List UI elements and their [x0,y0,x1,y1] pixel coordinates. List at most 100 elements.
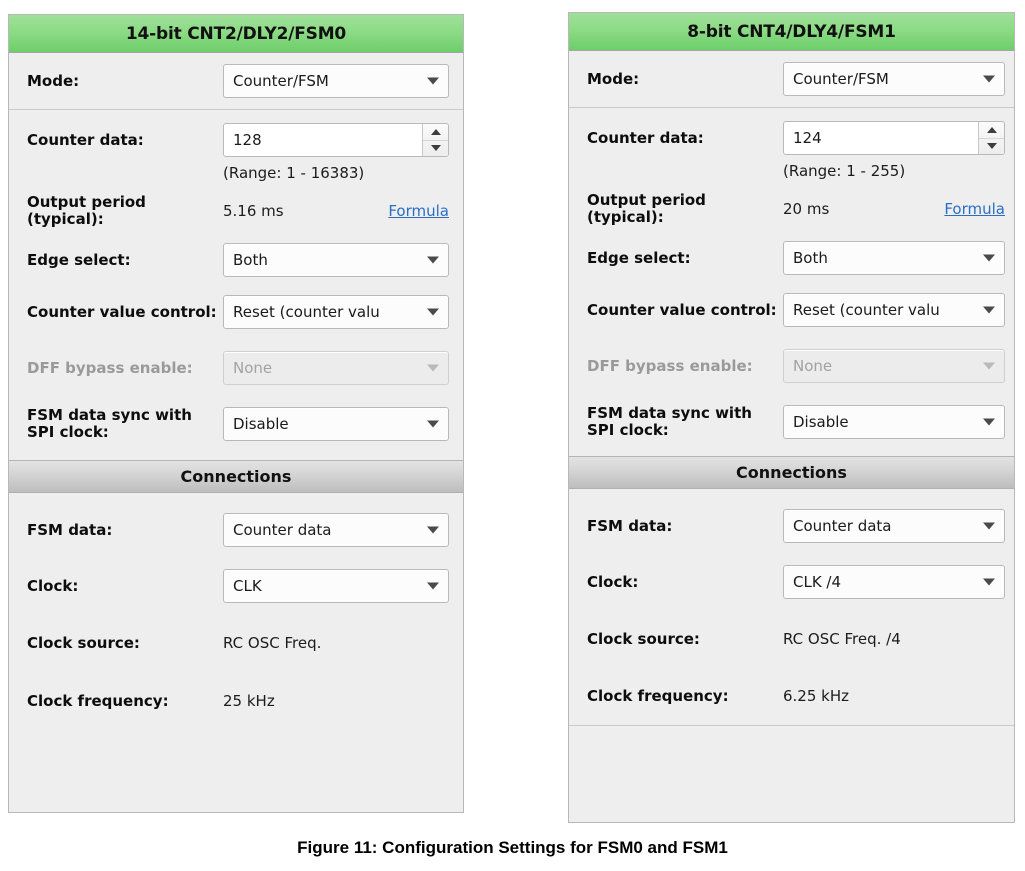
row-counter-value-control-fsm0: Counter value control: Reset (counter va… [9,284,463,340]
fsm0-config-panel: 14-bit CNT2/DLY2/FSM0 Mode: Counter/FSM … [8,14,464,813]
triangle-down-icon [430,145,441,152]
output-period-wrap-fsm1: 20 ms Formula [783,200,1005,218]
label-counter-data-fsm1: Counter data: [587,128,704,147]
divider-bottom-fsm1 [569,725,1014,726]
fsm-data-sync-value-fsm1: Disable [793,413,849,431]
label-edge-select-fsm1: Edge select: [587,248,691,267]
mode-dropdown-value-fsm1: Counter/FSM [793,70,889,88]
row-dff-bypass-fsm0: DFF bypass enable: None [9,340,463,396]
fsm1-config-panel: 8-bit CNT4/DLY4/FSM1 Mode: Counter/FSM C… [568,12,1015,823]
clock-value-fsm0: CLK [233,577,262,595]
triangle-up-icon [986,126,997,133]
chevron-down-icon [427,582,439,590]
stepper-down-button-fsm1[interactable] [979,139,1004,155]
edge-select-value-fsm0: Both [233,251,268,269]
dff-bypass-dropdown-fsm1: None [783,349,1005,383]
range-note-wrap-fsm1: (Range: 1 - 255) [783,162,1005,180]
mode-group-fsm1: Mode: Counter/FSM [569,51,1014,107]
row-dff-bypass-fsm1: DFF bypass enable: None [569,338,1014,394]
output-period-value-fsm1: 20 ms [783,200,830,218]
row-range-note-fsm0: (Range: 1 - 16383) [9,160,463,186]
stepper-up-button-fsm1[interactable] [979,122,1004,139]
counter-value-control-dropdown-fsm0[interactable]: Reset (counter valu [223,295,449,329]
row-fsm-data-sync-fsm0: FSM data sync with SPI clock: Disable [9,396,463,452]
chevron-down-icon [427,364,439,372]
label-dff-bypass-fsm1: DFF bypass enable: [587,356,753,375]
row-clock-fsm0: Clock: CLK [9,557,463,615]
row-counter-value-control-fsm1: Counter value control: Reset (counter va… [569,282,1014,338]
fsm-data-dropdown-fsm0[interactable]: Counter data [223,513,449,547]
chevron-down-icon [983,75,995,83]
label-clock-frequency-fsm1: Clock frequency: [587,686,729,705]
counter-value-control-value-fsm1: Reset (counter valu [793,301,940,319]
fsm-data-sync-dropdown-fsm1[interactable]: Disable [783,405,1005,439]
counter-data-stepper-fsm1[interactable]: 124 [783,121,1005,155]
counter-data-stepper-fsm0[interactable]: 128 [223,123,449,157]
row-clock-frequency-fsm1: Clock frequency: 6.25 kHz [569,667,1014,725]
clock-dropdown-fsm1[interactable]: CLK /4 [783,565,1005,599]
settings-group-fsm0: Counter data: 128 (Range: 1 - 16383) Out… [9,110,463,460]
label-counter-value-control-fsm1: Counter value control: [587,300,777,319]
chevron-down-icon [427,526,439,534]
triangle-down-icon [986,143,997,150]
stepper-buttons-fsm1[interactable] [978,122,1004,154]
dff-bypass-value-fsm1: None [793,357,833,375]
fsm-data-value-fsm1: Counter data [793,517,892,535]
stepper-up-button-fsm0[interactable] [423,124,448,141]
fsm-data-value-fsm0: Counter data [233,521,332,539]
row-clock-fsm1: Clock: CLK /4 [569,553,1014,611]
row-counter-data-fsm0: Counter data: 128 [9,110,463,160]
chevron-down-icon [983,362,995,370]
row-counter-data-fsm1: Counter data: 124 [569,108,1014,158]
connections-section-header-fsm0: Connections [9,460,463,493]
chevron-down-icon [983,418,995,426]
edge-select-dropdown-fsm0[interactable]: Both [223,243,449,277]
fsm-data-sync-dropdown-fsm0[interactable]: Disable [223,407,449,441]
connections-section-header-fsm1: Connections [569,456,1014,489]
counter-value-control-dropdown-fsm1[interactable]: Reset (counter valu [783,293,1005,327]
row-output-period-fsm1: Output period (typical): 20 ms Formula [569,184,1014,234]
edge-select-value-fsm1: Both [793,249,828,267]
label-clock-fsm0: Clock: [27,576,79,595]
formula-link-fsm0[interactable]: Formula [388,202,449,220]
edge-select-dropdown-fsm1[interactable]: Both [783,241,1005,275]
fsm-data-sync-value-fsm0: Disable [233,415,289,433]
mode-group-fsm0: Mode: Counter/FSM [9,53,463,109]
row-edge-select-fsm1: Edge select: Both [569,234,1014,282]
clock-source-wrap-fsm1: RC OSC Freq. /4 [783,630,1005,648]
row-clock-frequency-fsm0: Clock frequency: 25 kHz [9,671,463,731]
label-dff-bypass-fsm0: DFF bypass enable: [27,358,193,377]
label-counter-data-fsm0: Counter data: [27,130,144,149]
fsm-data-dropdown-fsm1[interactable]: Counter data [783,509,1005,543]
row-fsm-data-fsm0: FSM data: Counter data [9,503,463,557]
panel-title-fsm1: 8-bit CNT4/DLY4/FSM1 [569,13,1014,51]
chevron-down-icon [427,420,439,428]
chevron-down-icon [427,256,439,264]
row-clock-source-fsm1: Clock source: RC OSC Freq. /4 [569,611,1014,667]
mode-dropdown-value-fsm0: Counter/FSM [233,72,329,90]
label-fsm-data-sync-fsm1: FSM data sync with SPI clock: [587,404,752,439]
triangle-up-icon [430,128,441,135]
clock-frequency-wrap-fsm1: 6.25 kHz [783,687,1005,705]
clock-value-fsm1: CLK /4 [793,573,842,591]
label-output-period-fsm1: Output period (typical): [587,191,706,226]
stepper-buttons-fsm0[interactable] [422,124,448,156]
stepper-down-button-fsm0[interactable] [423,141,448,157]
clock-frequency-value-fsm1: 6.25 kHz [783,687,850,705]
mode-dropdown-fsm0[interactable]: Counter/FSM [223,64,449,98]
label-counter-value-control-fsm0: Counter value control: [27,302,217,321]
range-note-fsm0: (Range: 1 - 16383) [223,164,365,182]
label-clock-source-fsm0: Clock source: [27,633,140,652]
settings-group-fsm1: Counter data: 124 (Range: 1 - 255) Outpu… [569,108,1014,456]
counter-value-control-value-fsm0: Reset (counter valu [233,303,380,321]
formula-link-fsm1[interactable]: Formula [944,200,1005,218]
clock-dropdown-fsm0[interactable]: CLK [223,569,449,603]
label-mode-fsm1: Mode: [587,69,640,88]
clock-source-value-fsm0: RC OSC Freq. [223,634,322,652]
mode-dropdown-fsm1[interactable]: Counter/FSM [783,62,1005,96]
row-mode-fsm1: Mode: Counter/FSM [569,51,1014,107]
label-clock-frequency-fsm0: Clock frequency: [27,691,169,710]
